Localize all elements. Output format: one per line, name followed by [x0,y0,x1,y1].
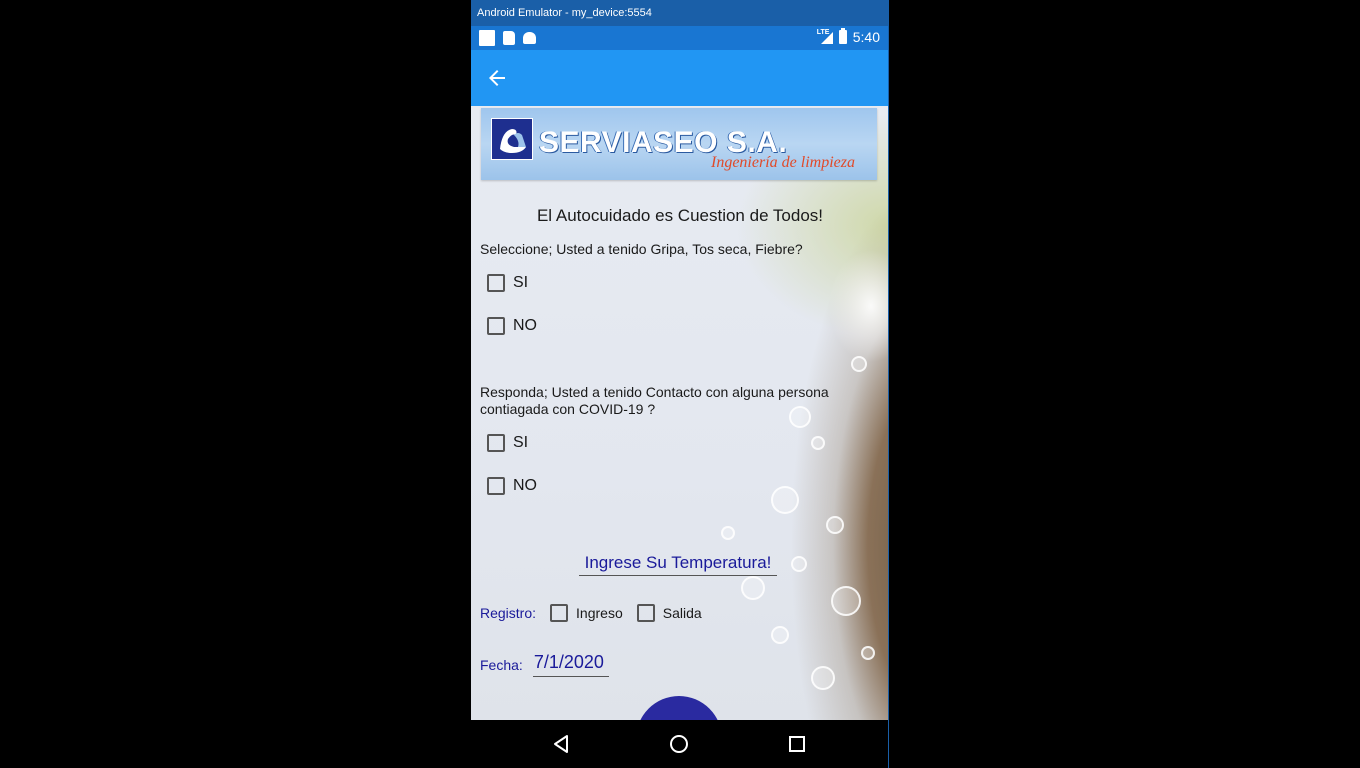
navigation-bar [471,720,889,768]
checkbox-icon[interactable] [550,604,569,622]
q2-option-si-label: SI [513,434,529,451]
registro-row: Registro: Ingreso Salida [480,604,716,622]
q1-option-si-label: SI [513,274,529,291]
emulator-window: Android Emulator - my_device:5554 LTE 5:… [471,0,889,768]
registro-option-ingreso[interactable]: Ingreso [550,604,623,622]
date-picker-field[interactable]: 7/1/2020 [532,652,609,677]
window-title: Android Emulator - my_device:5554 [477,7,652,19]
status-bar: LTE 5:40 [471,26,889,50]
lte-signal-icon: LTE [817,29,833,44]
checkbox-icon[interactable] [487,434,505,452]
q1-option-no-label: NO [513,317,537,334]
submit-fab-button[interactable] [636,696,722,720]
question-1-text: Seleccione; Usted a tenido Gripa, Tos se… [480,241,803,257]
sd-card-icon [503,31,515,45]
nav-recents-icon[interactable] [785,732,809,756]
q2-option-no[interactable]: NO [487,477,537,495]
emulator-frame-edge [888,0,889,768]
company-tagline: Ingeniería de limpieza [711,154,855,171]
fecha-label: Fecha: [480,657,523,673]
checkbox-icon[interactable] [487,317,505,335]
form-headline: El Autocuidado es Cuestion de Todos! [536,206,824,225]
temperature-input[interactable]: Ingrese Su Temperatura! [579,553,777,576]
salida-label: Salida [662,605,702,621]
checkbox-icon[interactable] [487,477,505,495]
arrow-back-icon[interactable] [485,66,509,90]
notification-square-icon [479,30,495,46]
fecha-row: Fecha: 7/1/2020 [480,652,609,677]
status-time: 5:40 [852,29,880,45]
q2-option-no-label: NO [513,477,537,494]
q2-option-si[interactable]: SI [487,434,528,452]
question-2-text: Responda; Usted a tenido Contacto con al… [480,384,829,417]
ingreso-label: Ingreso [576,605,623,621]
app-bar [471,50,889,106]
q1-option-no[interactable]: NO [487,317,537,335]
swan-logo-icon [491,118,533,160]
android-robot-icon [523,32,536,44]
checkbox-icon[interactable] [487,274,505,292]
company-logo-banner: SERVIASEO S.A. Ingeniería de limpieza [481,108,877,180]
registro-label: Registro: [480,605,537,621]
nav-home-icon[interactable] [667,732,691,756]
emulator-title-bar: Android Emulator - my_device:5554 [471,0,889,26]
registro-option-salida[interactable]: Salida [636,604,702,622]
q1-option-si[interactable]: SI [487,274,528,292]
battery-icon [838,28,847,44]
checkbox-icon[interactable] [636,604,655,622]
form-content[interactable]: SERVIASEO S.A. Ingeniería de limpieza El… [471,106,889,720]
nav-back-icon[interactable] [549,732,573,756]
